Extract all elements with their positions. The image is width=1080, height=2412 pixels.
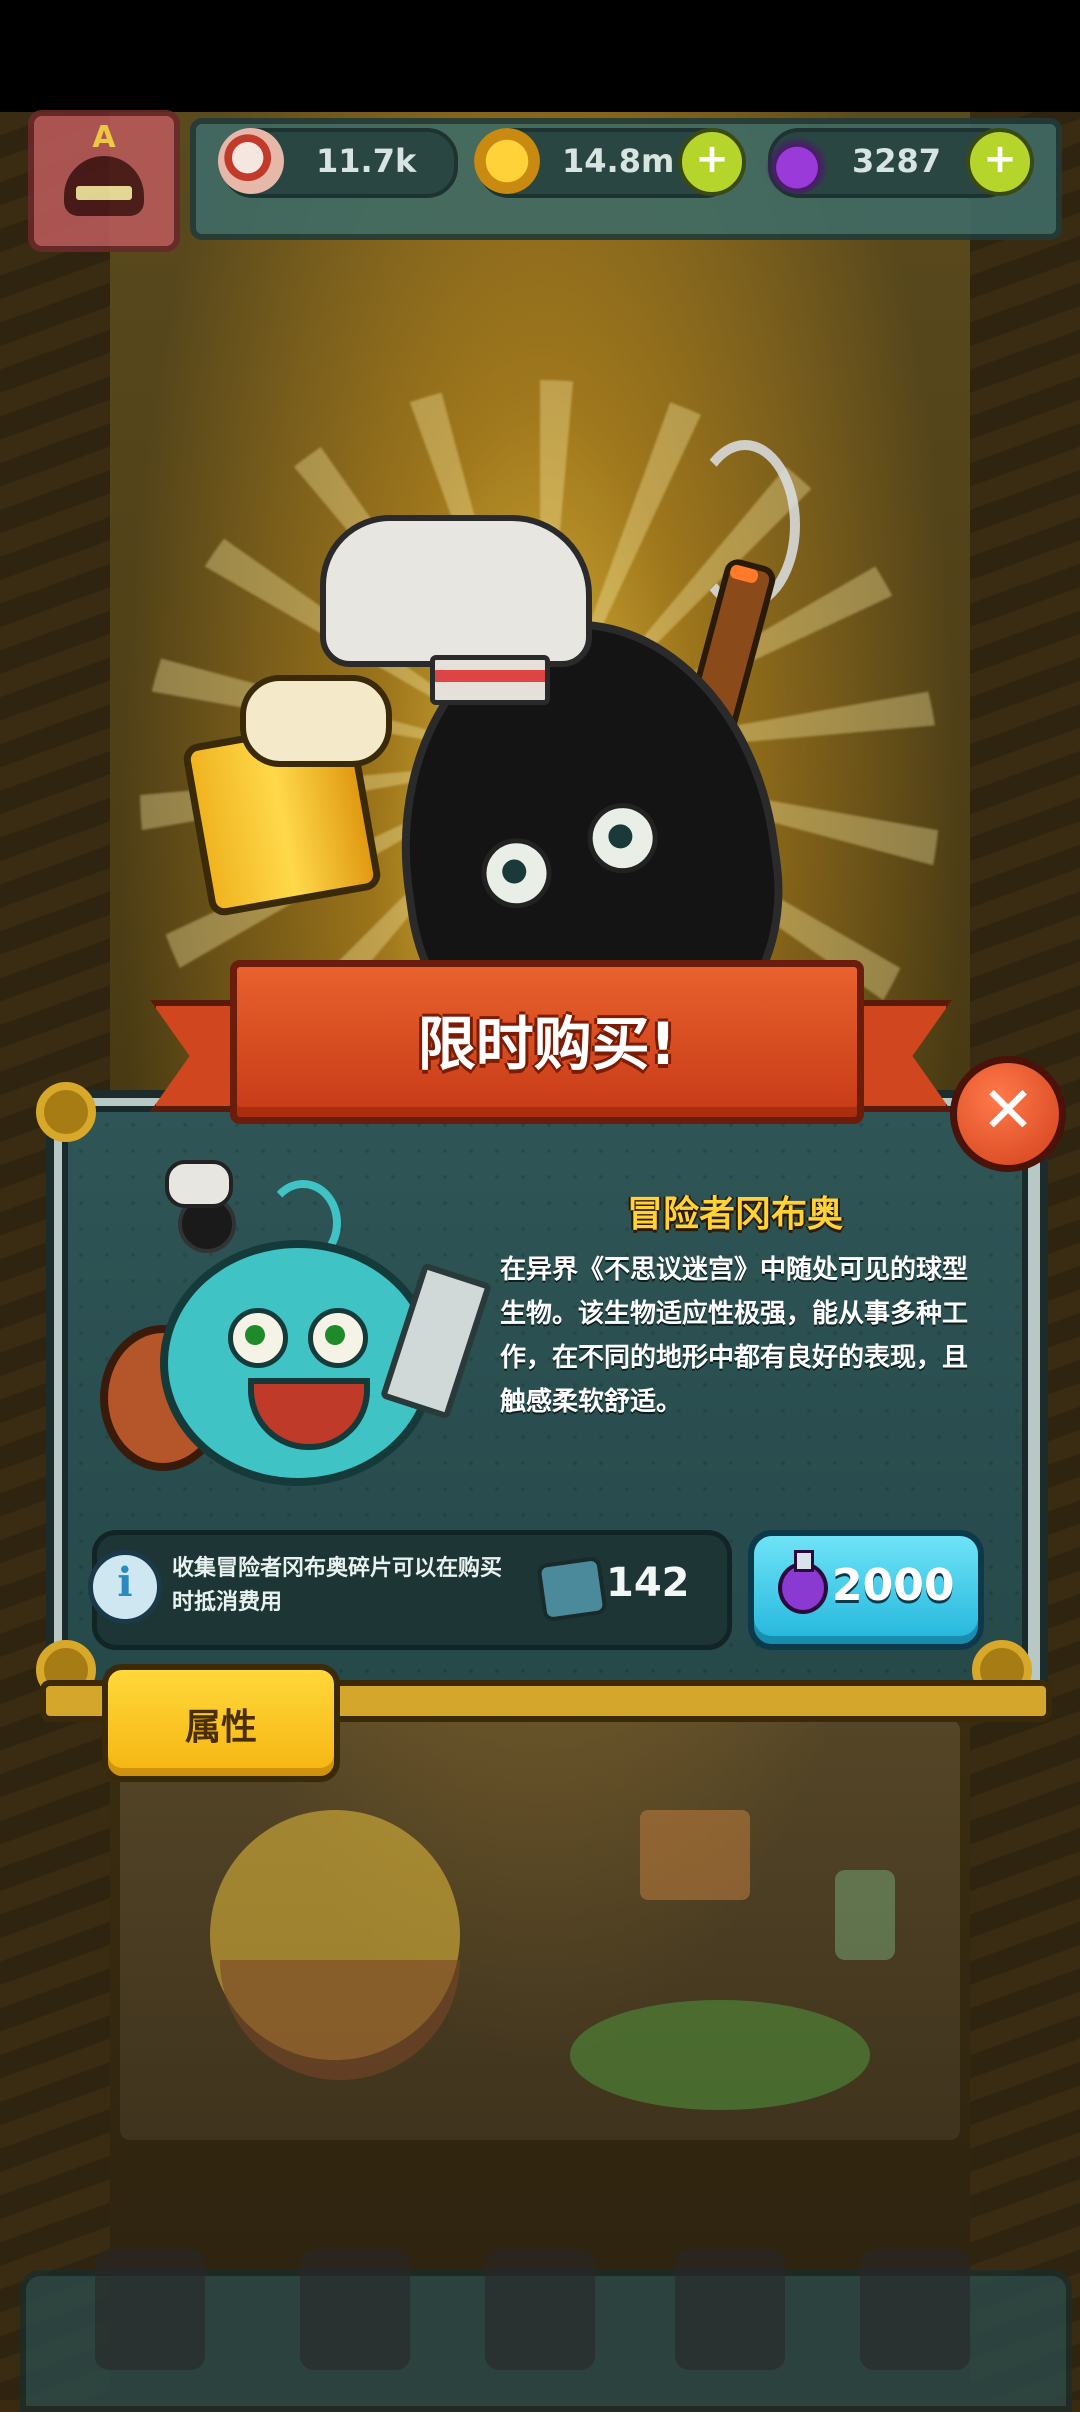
hero-name: 冒险者冈布奥 — [626, 1194, 843, 1235]
mini-chef-hat — [165, 1160, 233, 1208]
corner-ornament — [36, 1082, 96, 1142]
tab-attributes-label: 属性 — [184, 1707, 257, 1748]
nav-book-icon[interactable] — [485, 2250, 595, 2370]
nav-monster-icon[interactable] — [300, 2250, 410, 2370]
add-coin-button[interactable]: + — [678, 128, 746, 196]
close-button[interactable]: ✕ — [950, 1056, 1066, 1172]
add-potion-button[interactable]: + — [966, 128, 1034, 196]
monster-eye-right — [583, 798, 663, 878]
gumball-eye-right — [308, 1308, 368, 1368]
avatar-rank-letter: A — [92, 120, 116, 155]
lower-room-sign — [640, 1810, 750, 1900]
gumball-mouth — [248, 1378, 370, 1450]
avatar-face — [64, 156, 144, 216]
coin-resource-value: 14.8m — [562, 142, 675, 180]
fragment-icon — [536, 1555, 608, 1623]
fragment-info-text: 收集冒险者冈布奥碎片可以在购买时抵消费用 — [172, 1556, 503, 1615]
nav-building-icon[interactable] — [95, 2250, 205, 2370]
eye-resource-value: 11.7k — [316, 142, 417, 180]
beer-foam — [240, 675, 392, 767]
potion-icon — [778, 1550, 828, 1614]
eye-resource: 11.7k — [218, 128, 458, 198]
banner-title: 限时购买! — [417, 1010, 677, 1078]
lower-room-slime-pool — [570, 2000, 870, 2110]
plus-icon: + — [695, 136, 729, 182]
tab-attributes[interactable]: 属性 — [102, 1664, 340, 1782]
gumball-eye-left — [228, 1308, 288, 1368]
buy-button[interactable]: 2000 — [748, 1530, 984, 1650]
info-icon[interactable]: i — [88, 1550, 162, 1624]
monster-eye-left — [476, 833, 557, 913]
hero-description: 在异界《不思议迷宫》中随处可见的球型生物。该生物适应性极强，能从事多种工作，在不… — [500, 1255, 969, 1417]
nav-grid-icon[interactable] — [860, 2250, 970, 2370]
potion-icon — [764, 128, 830, 194]
status-bar — [0, 0, 1080, 112]
player-avatar[interactable]: A — [28, 110, 180, 252]
plus-icon: + — [983, 136, 1017, 182]
nav-bag-icon[interactable] — [675, 2250, 785, 2370]
close-icon: ✕ — [981, 1074, 1035, 1148]
limited-offer-banner: 限时购买! — [230, 960, 864, 1124]
eyeball-icon — [218, 128, 284, 194]
chef-hat-band — [430, 655, 550, 705]
coin-icon — [474, 128, 540, 194]
potion-resource-value: 3287 — [852, 142, 942, 180]
buy-price: 2000 — [832, 1560, 955, 1611]
lower-room-jar — [835, 1870, 895, 1960]
fragment-count: 142 — [606, 1560, 690, 1606]
chef-hat — [320, 515, 592, 667]
